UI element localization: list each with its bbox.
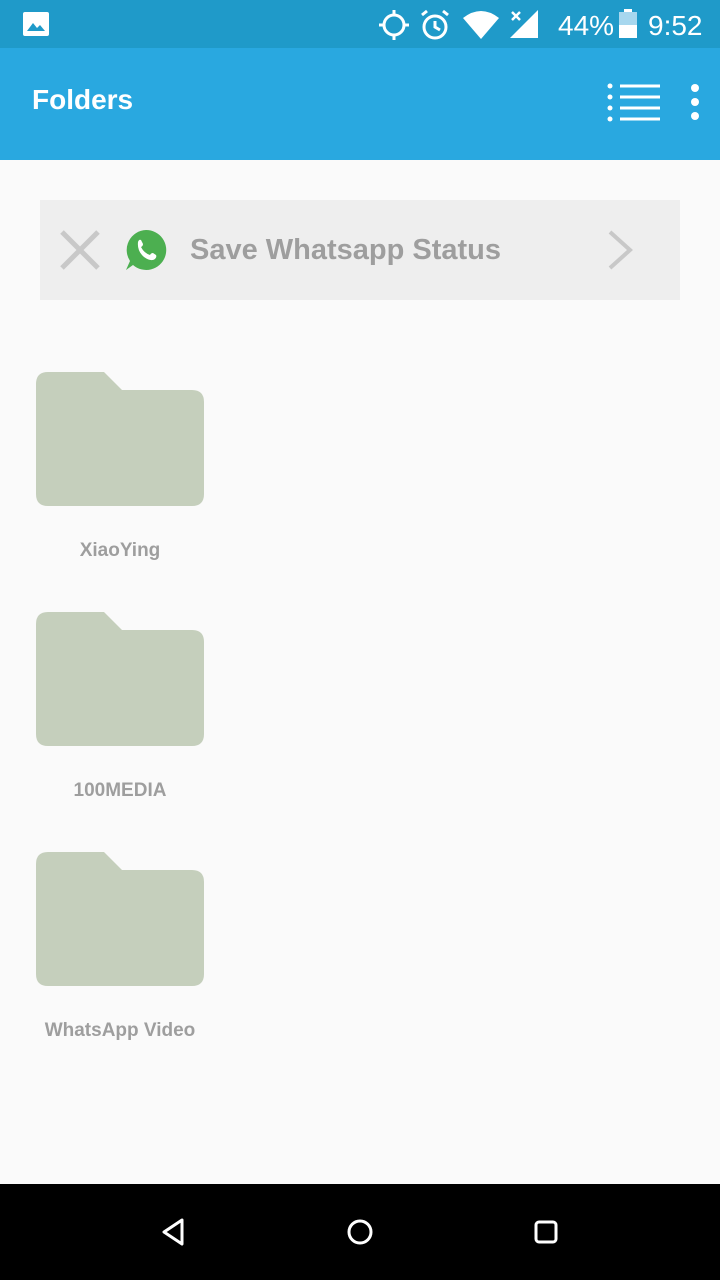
folder-name: WhatsApp Video (44, 1020, 196, 1041)
banner-label: Save Whatsapp Status (190, 234, 502, 266)
folder-name: XiaoYing (79, 540, 161, 561)
navigation-bar (0, 1184, 720, 1280)
folder-icon (36, 852, 204, 986)
folder-item[interactable]: WhatsApp Video (24, 852, 216, 1062)
gps-icon (379, 10, 409, 40)
close-icon[interactable] (58, 228, 102, 272)
home-icon[interactable] (344, 1216, 376, 1248)
back-icon[interactable] (158, 1216, 190, 1248)
folder-item[interactable]: 100MEDIA (24, 612, 216, 822)
whatsapp-icon (126, 229, 167, 270)
wifi-icon (463, 11, 499, 39)
folder-icon (36, 372, 204, 506)
list-view-icon[interactable] (606, 82, 662, 122)
signal-icon (510, 10, 538, 38)
clock: 9:52 (648, 10, 703, 41)
folder-icon (36, 612, 204, 746)
page-title: Folders (32, 84, 134, 115)
save-whatsapp-status-banner[interactable]: Save Whatsapp Status (40, 200, 680, 300)
recent-apps-icon[interactable] (530, 1216, 562, 1248)
folder-name: 100MEDIA (73, 780, 167, 801)
folder-item[interactable]: XiaoYing (24, 372, 216, 582)
chevron-right-icon[interactable] (604, 228, 636, 272)
status-bar: 44% 9:52 (0, 0, 720, 48)
alarm-icon (421, 9, 449, 40)
battery-icon (619, 9, 637, 38)
more-vert-icon[interactable] (680, 82, 710, 122)
app-bar: Folders (0, 48, 720, 160)
battery-percent: 44% (558, 10, 615, 41)
gallery-icon (23, 12, 49, 36)
